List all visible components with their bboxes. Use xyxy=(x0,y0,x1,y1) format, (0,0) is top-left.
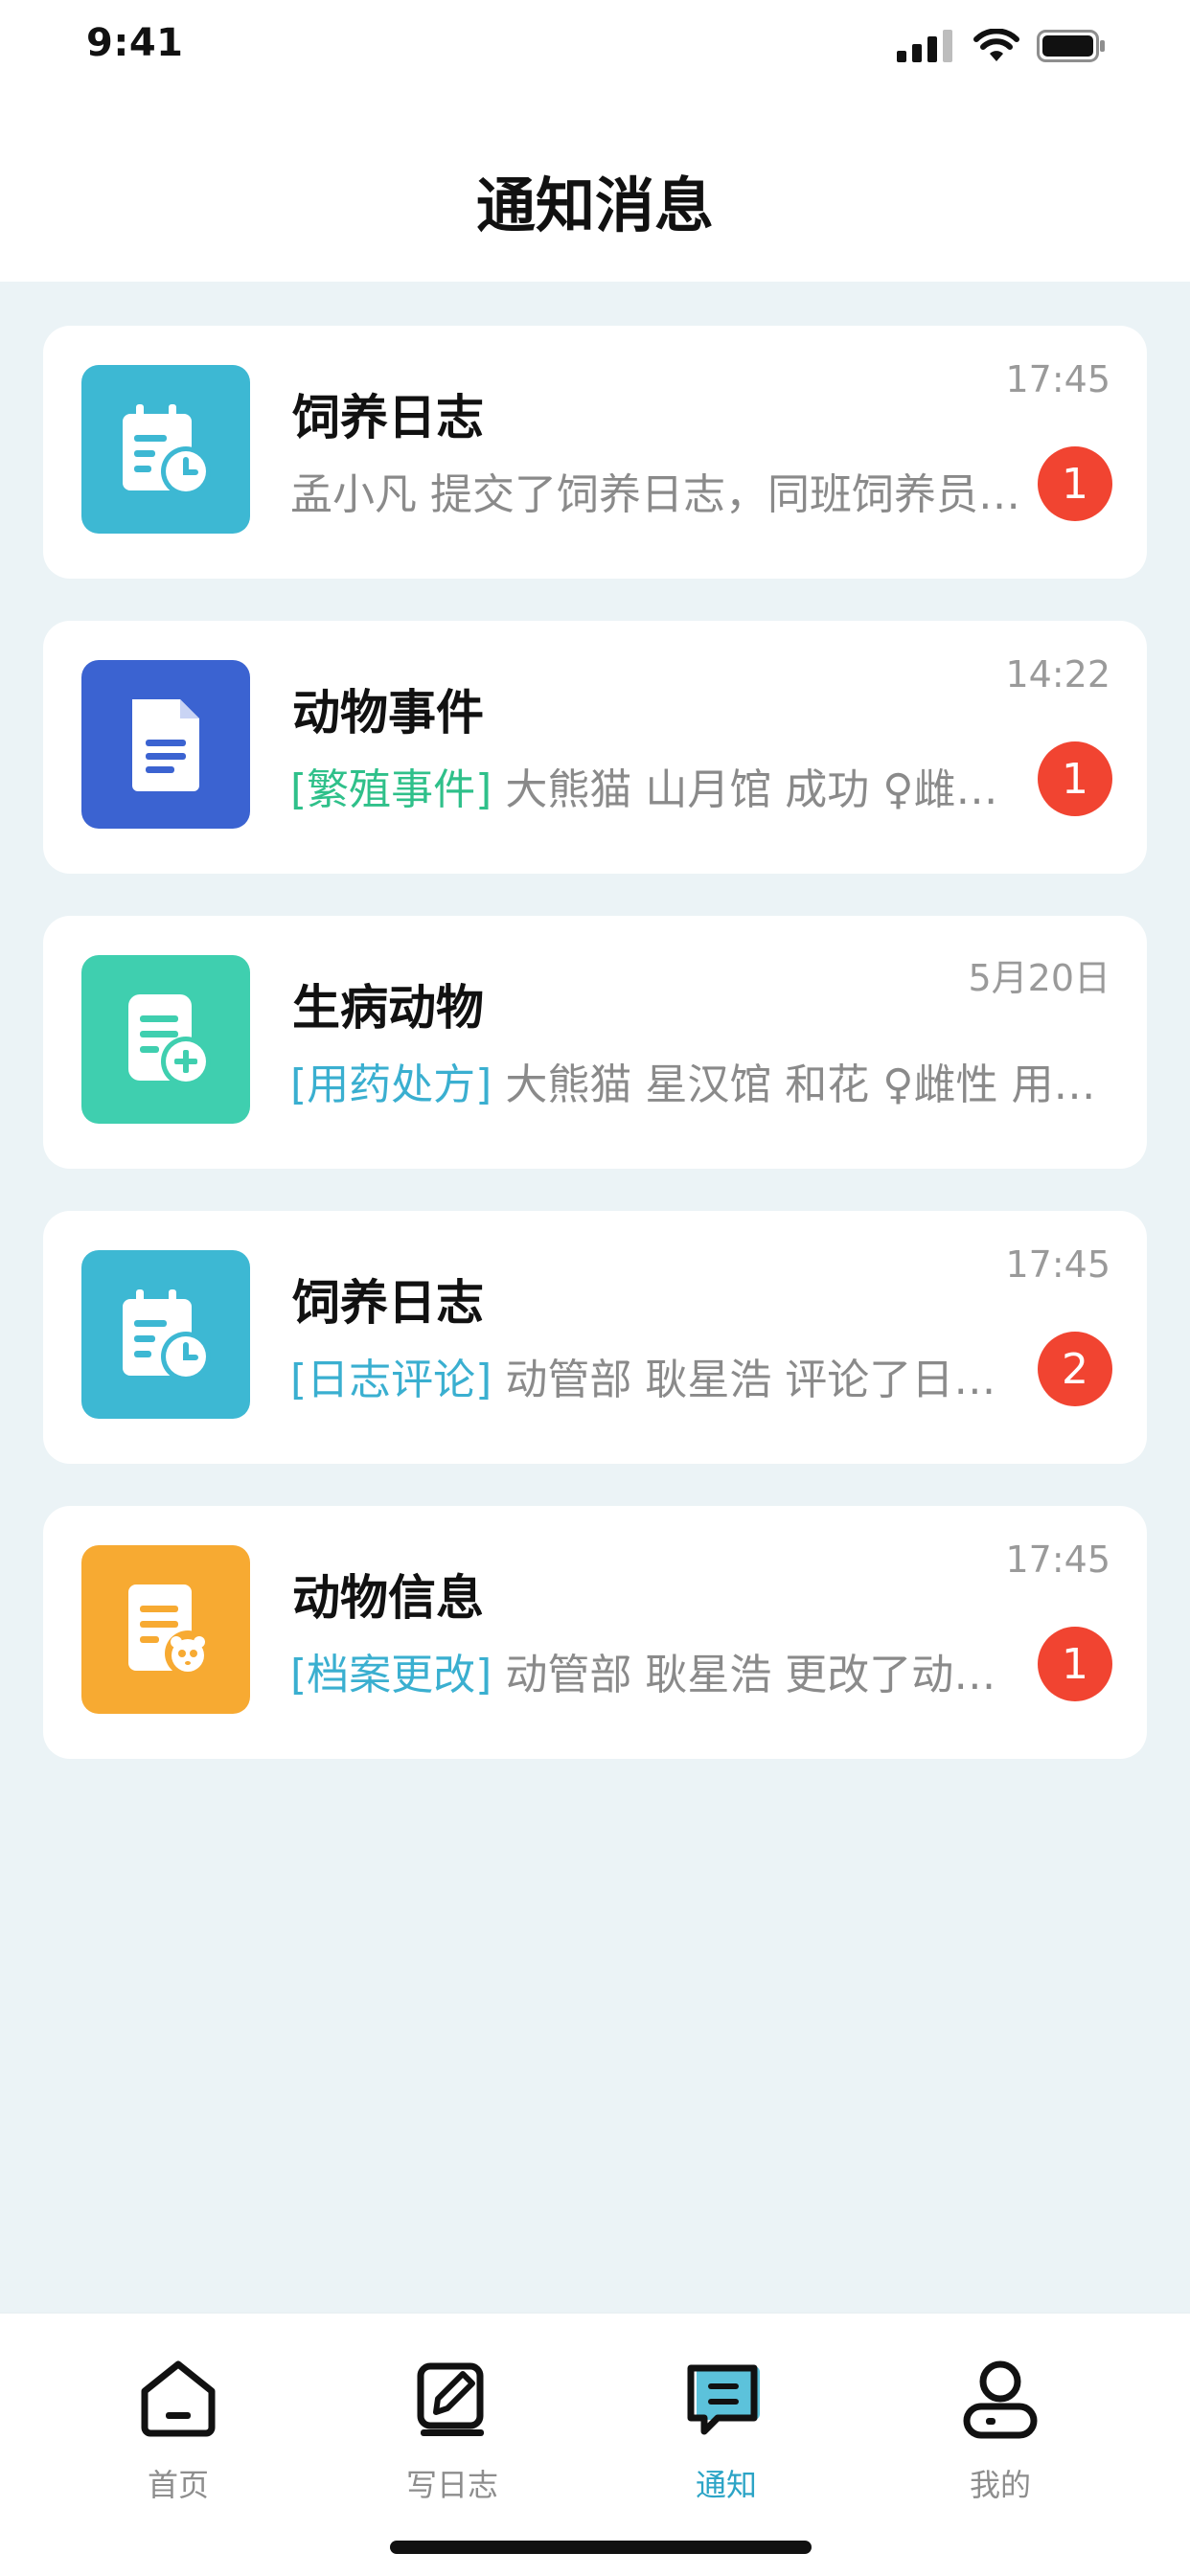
tab-icon-wrap xyxy=(82,2350,274,2446)
notification-preview: [用药处方] 大熊猫 星汉馆 和花 ♀雌性 用药处方 xyxy=(290,1050,1105,1111)
notification-card-animal-event[interactable]: 动物事件 14:22 [繁殖事件] 大熊猫 山月馆 成功 ♀雌性幼崽 1 xyxy=(43,621,1147,874)
notification-icon-box xyxy=(81,365,250,534)
message-icon xyxy=(687,2364,760,2435)
notification-preview: [日志评论] 动管部 耿星浩 评论了日志内容 xyxy=(290,1345,1028,1406)
tab-notifications[interactable]: 通知 xyxy=(630,2350,822,2505)
notification-tag: [日志评论] xyxy=(290,1356,492,1404)
notification-icon-box xyxy=(81,955,250,1124)
notification-title: 饲养日志 xyxy=(292,1275,484,1331)
notification-card-animal-info[interactable]: 动物信息 17:45 [档案更改] 动管部 耿星浩 更改了动物档案信息 1 xyxy=(43,1506,1147,1759)
tab-icon-wrap xyxy=(356,2350,548,2446)
animal-file-icon xyxy=(128,1584,211,1676)
user-icon xyxy=(963,2360,1038,2439)
notification-time: 14:22 xyxy=(1005,653,1110,695)
tab-icon-wrap xyxy=(904,2350,1096,2446)
battery-icon xyxy=(1037,30,1105,62)
wifi-icon xyxy=(973,29,1019,61)
tab-label: 我的 xyxy=(969,2467,1031,2503)
header: 9:41 通知消息 xyxy=(0,0,1190,282)
notification-card-feeding-log[interactable]: 饲养日志 17:45 孟小凡 提交了饲养日志，同班饲养员请查看 1 xyxy=(43,326,1147,579)
notification-tag: [繁殖事件] xyxy=(290,765,492,814)
notification-tag: [档案更改] xyxy=(290,1651,492,1699)
notification-preview-text: 大熊猫 山月馆 成功 ♀雌性幼崽 xyxy=(492,765,1028,814)
calendar-clock-icon xyxy=(123,1289,211,1381)
unread-badge: 1 xyxy=(1038,1627,1112,1701)
notification-title: 生病动物 xyxy=(292,980,484,1036)
home-icon xyxy=(141,2360,216,2437)
unread-badge: 2 xyxy=(1038,1332,1112,1406)
page-title: 通知消息 xyxy=(475,171,714,240)
notification-title: 动物事件 xyxy=(292,685,484,741)
unread-badge: 1 xyxy=(1038,446,1112,521)
status-time: 9:41 xyxy=(86,21,184,65)
notification-card-sick-animal[interactable]: 生病动物 5月20日 [用药处方] 大熊猫 星汉馆 和花 ♀雌性 用药处方 xyxy=(43,916,1147,1169)
notification-preview-text: 动管部 耿星浩 更改了动物档案信息 xyxy=(505,1651,1028,1699)
tab-label: 首页 xyxy=(147,2467,209,2503)
notification-time: 17:45 xyxy=(1005,358,1110,400)
notification-card-feeding-log-comment[interactable]: 饲养日志 17:45 [日志评论] 动管部 耿星浩 评论了日志内容 2 xyxy=(43,1211,1147,1464)
tab-home[interactable]: 首页 xyxy=(82,2350,274,2505)
tab-bar: 首页 写日志 通知 我的 xyxy=(0,2313,1190,2576)
notification-title: 饲养日志 xyxy=(292,390,484,445)
calendar-clock-icon xyxy=(123,404,211,496)
tab-profile[interactable]: 我的 xyxy=(904,2350,1096,2505)
notification-preview-text: 孟小凡 提交了饲养日志，同班饲养员请查看 xyxy=(290,470,1028,519)
notification-preview: [繁殖事件] 大熊猫 山月馆 成功 ♀雌性幼崽 xyxy=(290,755,1028,816)
notification-time: 5月20日 xyxy=(968,957,1110,999)
tab-write-log[interactable]: 写日志 xyxy=(356,2350,548,2505)
unread-badge: 1 xyxy=(1038,741,1112,816)
notification-tag: [用药处方] xyxy=(290,1060,492,1109)
edit-icon xyxy=(417,2362,484,2436)
home-indicator xyxy=(390,2541,812,2554)
notification-time: 17:45 xyxy=(1005,1243,1110,1286)
notification-time: 17:45 xyxy=(1005,1539,1110,1581)
cellular-signal-icon xyxy=(897,30,952,62)
notification-preview: 孟小凡 提交了饲养日志，同班饲养员请查看 xyxy=(290,460,1028,521)
notification-icon-box xyxy=(81,660,250,829)
notification-title: 动物信息 xyxy=(292,1570,484,1626)
notification-list: 饲养日志 17:45 孟小凡 提交了饲养日志，同班饲养员请查看 1 动物事件 1… xyxy=(43,326,1147,1801)
tab-label: 写日志 xyxy=(405,2467,498,2503)
prescription-icon xyxy=(128,994,211,1086)
tab-icon-wrap xyxy=(630,2350,822,2446)
notification-icon-box xyxy=(81,1545,250,1714)
notification-icon-box xyxy=(81,1250,250,1419)
tab-label: 通知 xyxy=(695,2467,757,2503)
status-icons xyxy=(897,29,1106,63)
document-icon xyxy=(132,699,199,791)
notification-preview-text: 大熊猫 星汉馆 和花 ♀雌性 用药处方 xyxy=(505,1060,1105,1109)
notification-preview-text: 动管部 耿星浩 评论了日志内容 xyxy=(492,1356,1028,1404)
notification-preview: [档案更改] 动管部 耿星浩 更改了动物档案信息 xyxy=(290,1640,1028,1701)
